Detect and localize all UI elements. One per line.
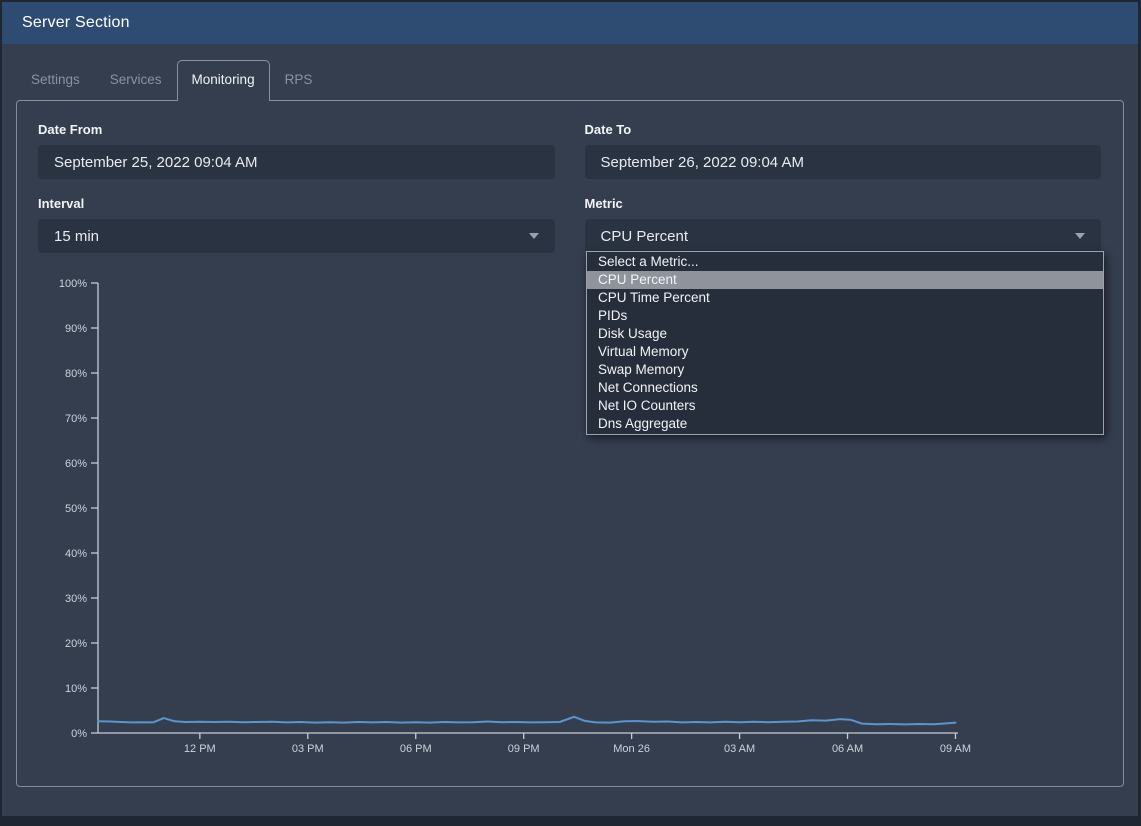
metric-dropdown: Select a Metric...CPU PercentCPU Time Pe… bbox=[586, 251, 1104, 435]
tab-settings-label: Settings bbox=[31, 72, 80, 87]
svg-text:70%: 70% bbox=[65, 413, 87, 425]
titlebar: Server Section bbox=[2, 2, 1138, 44]
date-from-label: Date From bbox=[38, 122, 555, 137]
metric-label: Metric bbox=[585, 196, 1102, 211]
metric-select[interactable]: CPU Percent bbox=[585, 219, 1102, 253]
monitoring-panel: Date From Date To Interval 15 min Metric bbox=[16, 100, 1124, 787]
metric-option[interactable]: CPU Time Percent bbox=[587, 289, 1103, 307]
svg-text:60%: 60% bbox=[65, 458, 87, 470]
chevron-down-icon bbox=[1075, 233, 1085, 239]
metric-option[interactable]: Dns Aggregate bbox=[587, 415, 1103, 433]
svg-text:20%: 20% bbox=[65, 638, 87, 650]
svg-text:06 AM: 06 AM bbox=[832, 743, 863, 755]
svg-text:03 AM: 03 AM bbox=[724, 743, 755, 755]
svg-text:09 AM: 09 AM bbox=[940, 743, 971, 755]
svg-text:12 PM: 12 PM bbox=[184, 743, 216, 755]
metric-option[interactable]: CPU Percent bbox=[587, 271, 1103, 289]
svg-text:50%: 50% bbox=[65, 503, 87, 515]
interval-select-value: 15 min bbox=[54, 228, 99, 245]
interval-label: Interval bbox=[38, 196, 555, 211]
metric-option[interactable]: Net IO Counters bbox=[587, 397, 1103, 415]
tab-services[interactable]: Services bbox=[95, 60, 177, 100]
app-window: Server Section Settings Services Monitor… bbox=[2, 2, 1138, 816]
date-to-input[interactable] bbox=[585, 145, 1102, 179]
tab-monitoring-label: Monitoring bbox=[192, 72, 255, 87]
metric-option[interactable]: Swap Memory bbox=[587, 361, 1103, 379]
svg-text:10%: 10% bbox=[65, 683, 87, 695]
metric-option[interactable]: Select a Metric... bbox=[587, 253, 1103, 271]
metric-option[interactable]: Net Connections bbox=[587, 379, 1103, 397]
metric-group: Metric CPU Percent bbox=[585, 196, 1102, 253]
tab-rps-label: RPS bbox=[285, 72, 313, 87]
svg-text:03 PM: 03 PM bbox=[292, 743, 324, 755]
interval-group: Interval 15 min bbox=[38, 196, 555, 253]
metric-option[interactable]: Disk Usage bbox=[587, 325, 1103, 343]
monitoring-form: Date From Date To Interval 15 min Metric bbox=[17, 101, 1123, 253]
tab-services-label: Services bbox=[110, 72, 162, 87]
metric-option[interactable]: Virtual Memory bbox=[587, 343, 1103, 361]
interval-select[interactable]: 15 min bbox=[38, 219, 555, 253]
metric-option[interactable]: PIDs bbox=[587, 307, 1103, 325]
svg-text:Mon 26: Mon 26 bbox=[613, 743, 650, 755]
chevron-down-icon bbox=[529, 233, 539, 239]
tab-settings[interactable]: Settings bbox=[16, 60, 95, 100]
tab-rps[interactable]: RPS bbox=[270, 60, 328, 100]
svg-text:40%: 40% bbox=[65, 548, 87, 560]
svg-text:30%: 30% bbox=[65, 593, 87, 605]
svg-text:90%: 90% bbox=[65, 323, 87, 335]
page-title: Server Section bbox=[22, 14, 130, 32]
date-to-label: Date To bbox=[585, 122, 1102, 137]
tab-monitoring[interactable]: Monitoring bbox=[177, 60, 270, 101]
svg-text:80%: 80% bbox=[65, 368, 87, 380]
metric-select-value: CPU Percent bbox=[601, 228, 689, 245]
svg-text:0%: 0% bbox=[71, 728, 87, 740]
svg-text:100%: 100% bbox=[59, 278, 87, 290]
date-to-group: Date To bbox=[585, 122, 1102, 179]
date-from-input[interactable] bbox=[38, 145, 555, 179]
svg-text:09 PM: 09 PM bbox=[508, 743, 540, 755]
date-from-group: Date From bbox=[38, 122, 555, 179]
svg-text:06 PM: 06 PM bbox=[400, 743, 432, 755]
tab-bar: Settings Services Monitoring RPS bbox=[16, 60, 1124, 100]
